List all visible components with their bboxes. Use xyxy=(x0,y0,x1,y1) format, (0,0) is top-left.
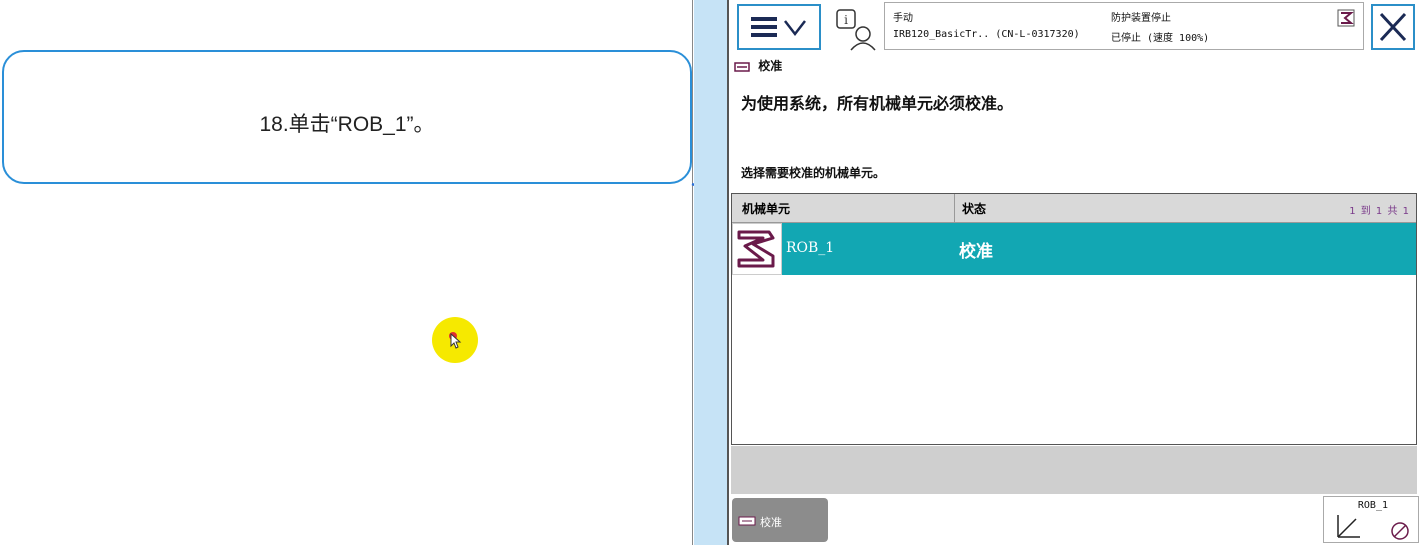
state-text: 已停止 (速度 100%) xyxy=(1111,33,1210,44)
taskbar: 校准 ROB_1 xyxy=(729,496,1422,545)
main-menu-button[interactable] xyxy=(737,4,821,50)
screen-title-text: 校准 xyxy=(758,59,783,73)
quickset-button[interactable]: ROB_1 xyxy=(1323,496,1419,543)
calibration-panel: 为使用系统，所有机械单元必须校准。 选择需要校准的机械单元。 机械单元 状态 1… xyxy=(729,78,1419,496)
hamburger-icon xyxy=(751,17,806,37)
calibration-tab-label: 校准 xyxy=(760,516,782,529)
divider-gap xyxy=(694,0,727,545)
svg-text:i: i xyxy=(844,13,848,27)
robot-arm-icon xyxy=(732,223,782,275)
calibration-tab-button[interactable]: 校准 xyxy=(732,498,828,542)
close-button[interactable] xyxy=(1371,4,1415,50)
mode-text: 手动 xyxy=(893,13,913,24)
screen-title: 校准 xyxy=(731,57,1419,77)
instruction-callout: 18.单击“ROB_1”。 xyxy=(2,50,692,184)
tutorial-pane: 18.单击“ROB_1”。 xyxy=(0,0,693,545)
callout-text: 18.单击“ROB_1”。 xyxy=(259,113,435,136)
mechanical-unit-table: 机械单元 状态 1 到 1 共 1 ROB_1 校准 xyxy=(731,193,1417,445)
unit-name: ROB_1 xyxy=(786,240,835,256)
robot-status-icon xyxy=(1337,9,1355,27)
column-header-unit[interactable]: 机械单元 xyxy=(742,200,790,217)
calibration-tab-icon xyxy=(738,516,756,526)
table-header: 机械单元 状态 1 到 1 共 1 xyxy=(732,194,1416,223)
person-info-icon: i xyxy=(836,9,876,51)
flexpendant-window: i 手动 IRB120_BasicTr.. (CN-L-0317320) 防护装… xyxy=(727,0,1422,545)
jog-axes-icon xyxy=(1337,515,1409,540)
cursor-icon xyxy=(449,332,462,349)
info-user-icon[interactable]: i xyxy=(833,6,879,52)
instruction-text: 为使用系统，所有机械单元必须校准。 xyxy=(741,94,1014,113)
safety-text: 防护装置停止 xyxy=(1111,13,1171,24)
system-text: IRB120_BasicTr.. (CN-L-0317320) xyxy=(893,29,1080,40)
top-bar: i 手动 IRB120_BasicTr.. (CN-L-0317320) 防护装… xyxy=(729,0,1422,58)
command-bar xyxy=(731,446,1417,494)
close-icon xyxy=(1379,12,1407,42)
unit-status: 校准 xyxy=(959,242,993,262)
row-count: 1 到 1 共 1 xyxy=(1349,206,1410,217)
subtitle-text: 选择需要校准的机械单元。 xyxy=(741,166,886,180)
cursor-highlight xyxy=(432,317,478,363)
table-row-rob1[interactable]: ROB_1 校准 xyxy=(732,223,1416,275)
column-header-status[interactable]: 状态 xyxy=(962,200,986,217)
status-bar[interactable]: 手动 IRB120_BasicTr.. (CN-L-0317320) 防护装置停… xyxy=(884,2,1364,50)
calibration-icon xyxy=(734,61,750,72)
